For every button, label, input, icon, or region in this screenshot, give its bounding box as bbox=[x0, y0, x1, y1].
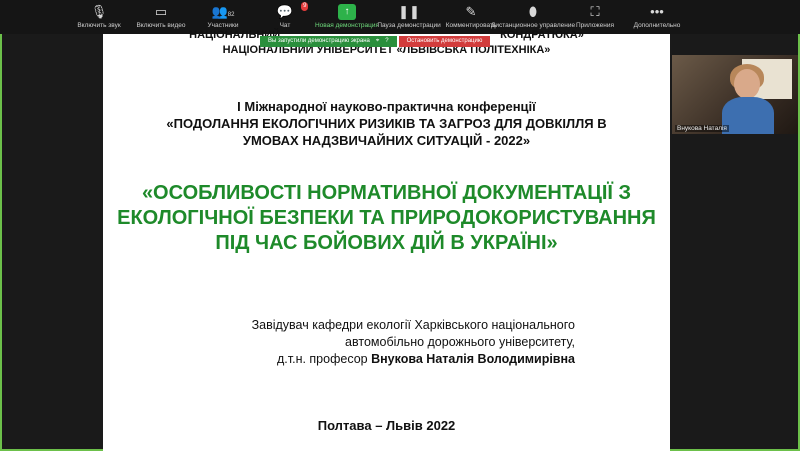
stop-share-button[interactable]: Остановить демонстрацию bbox=[398, 36, 491, 47]
more-icon: ••• bbox=[650, 4, 664, 19]
author-name: Внукова Наталія Володимирівна bbox=[371, 352, 575, 366]
share-screen-icon: ↑ bbox=[338, 4, 356, 20]
share-status: Вы запустили демонстрацию экрана ⌖ ? bbox=[260, 36, 397, 47]
video-off-icon: ▭ bbox=[154, 4, 168, 19]
participant-body bbox=[722, 97, 774, 134]
participants-count: 82 bbox=[227, 12, 235, 18]
chat-badge: 9 bbox=[301, 2, 309, 11]
author-line-2: автомобільно дорожнього університету, bbox=[345, 335, 575, 349]
author-degree: д.т.н. професор bbox=[276, 352, 368, 366]
participant-name: Внукова Наталія bbox=[675, 125, 729, 132]
presentation-topic: «ОСОБЛИВОСТІ НОРМАТИВНОЇ ДОКУМЕНТАЦІЇ З … bbox=[103, 181, 670, 256]
participant-video-tile[interactable]: Внукова Наталія bbox=[672, 55, 798, 134]
remote-control-icon: ⬮ bbox=[528, 4, 538, 19]
author-line-3: д.т.н. професор Внукова Наталія Володими… bbox=[155, 351, 575, 368]
topic-line-1: «ОСОБЛИВОСТІ НОРМАТИВНОЇ ДОКУМЕНТАЦІЇ З bbox=[141, 182, 632, 204]
share-status-text: Вы запустили демонстрацию экрана bbox=[268, 38, 370, 44]
topic-line-3: ПІД ЧАС БОЙОВИХ ДІЙ В УКРАЇНІ» bbox=[215, 232, 558, 254]
chat-icon: 💬 9 bbox=[276, 2, 309, 19]
microphone-muted-icon: 🎙 bbox=[90, 4, 108, 19]
share-status-bar: Вы запустили демонстрацию экрана ⌖ ? Ост… bbox=[260, 36, 491, 47]
author-line-1: Завідувач кафедри екології Харківського … bbox=[251, 318, 575, 332]
topic-line-2: ЕКОЛОГІЧНОЇ БЕЗПЕКИ ТА ПРИРОДОКОРИСТУВАН… bbox=[117, 207, 656, 229]
annotate-icon: ✎ bbox=[465, 4, 477, 19]
participant-face bbox=[734, 69, 760, 99]
conference-line-2: «ПОДОЛАННЯ ЕКОЛОГІЧНИХ РИЗИКІВ ТА ЗАГРОЗ… bbox=[166, 116, 607, 131]
author-block: Завідувач кафедри екології Харківського … bbox=[155, 317, 575, 368]
pause-icon: ❚❚ bbox=[398, 4, 420, 19]
place-year: Полтава – Львів 2022 bbox=[317, 418, 456, 433]
conference-line-1: I Міжнародної науково-практична конферен… bbox=[237, 99, 536, 114]
conference-title: I Міжнародної науково-практична конферен… bbox=[103, 98, 670, 149]
pin-icon[interactable]: ⌖ bbox=[376, 36, 379, 47]
apps-icon: ⛶ bbox=[590, 4, 600, 19]
help-icon[interactable]: ? bbox=[385, 36, 388, 47]
conference-line-3: УМОВАХ НАДЗВИЧАЙНИХ СИТУАЦІЙ - 2022» bbox=[242, 133, 531, 148]
shared-slide: НАЦІОНАЛЬНИЙ КОНДРАТЮКА» НАЦІОНАЛЬНИЙ УН… bbox=[103, 29, 670, 451]
participants-icon: 👥82 bbox=[211, 4, 235, 19]
